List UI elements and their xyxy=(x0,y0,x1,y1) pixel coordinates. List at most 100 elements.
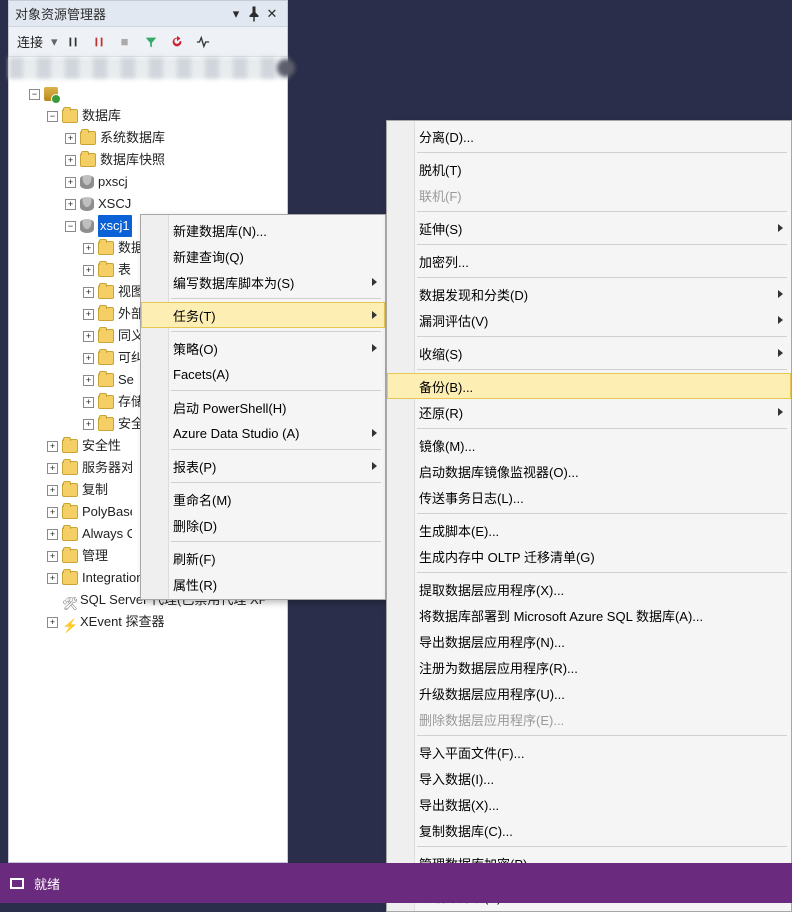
menu-properties[interactable]: 属性(R) xyxy=(141,571,385,597)
menu-script-db-as[interactable]: 编写数据库脚本为(S) xyxy=(141,269,385,295)
status-text: 就绪 xyxy=(34,874,60,893)
menu-policy[interactable]: 策略(O) xyxy=(141,335,385,361)
tree-item-selected[interactable]: xscj1 xyxy=(98,215,132,237)
tree-expander[interactable]: + xyxy=(47,617,58,628)
tree-item[interactable]: pxscj xyxy=(98,171,128,193)
tree-expander[interactable]: + xyxy=(65,155,76,166)
menu-azure-data-studio[interactable]: Azure Data Studio (A) xyxy=(141,420,385,446)
menu-mirror[interactable]: 镜像(M)... xyxy=(387,432,791,458)
tree-expander[interactable]: + xyxy=(83,265,94,276)
menu-oltp-checklist[interactable]: 生成内存中 OLTP 迁移清单(G) xyxy=(387,543,791,569)
menu-rename[interactable]: 重命名(M) xyxy=(141,486,385,512)
tree-expander[interactable]: + xyxy=(47,529,58,540)
tree-expander[interactable]: + xyxy=(83,287,94,298)
menu-export-data[interactable]: 导出数据(X)... xyxy=(387,791,791,817)
tree-item[interactable]: XSCJ xyxy=(98,193,131,215)
menu-vulnerability[interactable]: 漏洞评估(V) xyxy=(387,307,791,333)
refresh-icon[interactable] xyxy=(166,31,188,53)
menu-ship-log[interactable]: 传送事务日志(L)... xyxy=(387,484,791,510)
menu-online: 联机(F) xyxy=(387,182,791,208)
submenu-arrow-icon xyxy=(778,290,783,298)
menu-import-data[interactable]: 导入数据(I)... xyxy=(387,765,791,791)
menu-copy-database[interactable]: 复制数据库(C)... xyxy=(387,817,791,843)
menu-offline[interactable]: 脱机(T) xyxy=(387,156,791,182)
menu-separator xyxy=(171,541,381,542)
menu-new-database[interactable]: 新建数据库(N)... xyxy=(141,217,385,243)
tree-expander[interactable]: + xyxy=(47,507,58,518)
folder-icon xyxy=(62,483,78,497)
tree-item[interactable]: Always O xyxy=(82,523,132,545)
server-icon xyxy=(44,87,58,101)
menu-facets[interactable]: Facets(A) xyxy=(141,361,385,387)
submenu-arrow-icon xyxy=(372,278,377,286)
menu-register-dac[interactable]: 注册为数据层应用程序(R)... xyxy=(387,654,791,680)
tree-expander[interactable]: + xyxy=(83,419,94,430)
tree-expander[interactable]: − xyxy=(29,89,40,100)
menu-detach[interactable]: 分离(D)... xyxy=(387,123,791,149)
stop-icon[interactable]: ■ xyxy=(114,31,136,53)
tree-item[interactable]: 管理 xyxy=(82,545,108,567)
disconnect-icon[interactable] xyxy=(88,31,110,53)
pin-icon[interactable] xyxy=(245,5,263,23)
tree-expander[interactable]: + xyxy=(47,573,58,584)
dropdown-icon[interactable]: ▾ xyxy=(227,5,245,23)
menu-deploy-azure[interactable]: 将数据库部署到 Microsoft Azure SQL 数据库(A)... xyxy=(387,602,791,628)
menu-new-query[interactable]: 新建查询(Q) xyxy=(141,243,385,269)
menu-separator xyxy=(171,331,381,332)
menu-import-flat-file[interactable]: 导入平面文件(F)... xyxy=(387,739,791,765)
tree-item[interactable]: 表 xyxy=(118,259,131,281)
tree-expander[interactable]: + xyxy=(83,353,94,364)
menu-restore[interactable]: 还原(R) xyxy=(387,399,791,425)
menu-encrypt-columns[interactable]: 加密列... xyxy=(387,248,791,274)
folder-icon xyxy=(62,571,78,585)
menu-delete[interactable]: 删除(D) xyxy=(141,512,385,538)
tree-expander[interactable]: + xyxy=(65,177,76,188)
menu-refresh[interactable]: 刷新(F) xyxy=(141,545,385,571)
menu-separator xyxy=(417,244,787,245)
menu-upgrade-dac[interactable]: 升级数据层应用程序(U)... xyxy=(387,680,791,706)
menu-tasks[interactable]: 任务(T) xyxy=(141,302,385,328)
tree-expander[interactable]: + xyxy=(83,309,94,320)
menu-stretch[interactable]: 延伸(S) xyxy=(387,215,791,241)
close-icon[interactable]: ✕ xyxy=(263,5,281,23)
tree-item[interactable]: 数据库快照 xyxy=(100,149,165,171)
tree-expander[interactable]: − xyxy=(47,111,58,122)
tree-item[interactable]: 数据库 xyxy=(82,105,121,127)
menu-data-classification[interactable]: 数据发现和分类(D) xyxy=(387,281,791,307)
menu-export-dac[interactable]: 导出数据层应用程序(N)... xyxy=(387,628,791,654)
tree-expander[interactable]: + xyxy=(83,331,94,342)
menu-extract-dac[interactable]: 提取数据层应用程序(X)... xyxy=(387,576,791,602)
tree-expander[interactable]: + xyxy=(83,375,94,386)
menu-powershell[interactable]: 启动 PowerShell(H) xyxy=(141,394,385,420)
menu-separator xyxy=(417,846,787,847)
tree-item[interactable]: 安全性 xyxy=(82,435,121,457)
tree-item[interactable]: Se xyxy=(118,369,134,391)
tree-expander[interactable]: − xyxy=(65,221,76,232)
submenu-arrow-icon xyxy=(778,408,783,416)
connect-icon[interactable] xyxy=(62,31,84,53)
tree-expander[interactable]: + xyxy=(65,199,76,210)
tree-expander[interactable]: + xyxy=(47,463,58,474)
status-bar: 就绪 xyxy=(0,863,792,903)
tree-expander[interactable]: + xyxy=(65,133,76,144)
tree-item[interactable]: PolyBase xyxy=(82,501,132,523)
tree-expander[interactable]: + xyxy=(47,551,58,562)
tree-expander[interactable]: + xyxy=(83,397,94,408)
activity-icon[interactable] xyxy=(192,31,214,53)
menu-separator xyxy=(417,211,787,212)
tree-expander[interactable]: + xyxy=(47,441,58,452)
tree-item[interactable]: 系统数据库 xyxy=(100,127,165,149)
tree-item[interactable]: 复制 xyxy=(82,479,108,501)
tree-item[interactable]: XEvent 探查器 xyxy=(80,611,165,633)
menu-launch-monitor[interactable]: 启动数据库镜像监视器(O)... xyxy=(387,458,791,484)
folder-icon xyxy=(80,131,96,145)
menu-reports[interactable]: 报表(P) xyxy=(141,453,385,479)
menu-backup[interactable]: 备份(B)... xyxy=(387,373,791,399)
tree-expander[interactable]: + xyxy=(47,485,58,496)
filter-icon[interactable] xyxy=(140,31,162,53)
tree-expander[interactable]: + xyxy=(83,243,94,254)
menu-generate-scripts[interactable]: 生成脚本(E)... xyxy=(387,517,791,543)
tree-item[interactable]: 服务器对 xyxy=(82,457,132,479)
menu-shrink[interactable]: 收缩(S) xyxy=(387,340,791,366)
connect-button[interactable]: 连接 xyxy=(13,32,47,51)
